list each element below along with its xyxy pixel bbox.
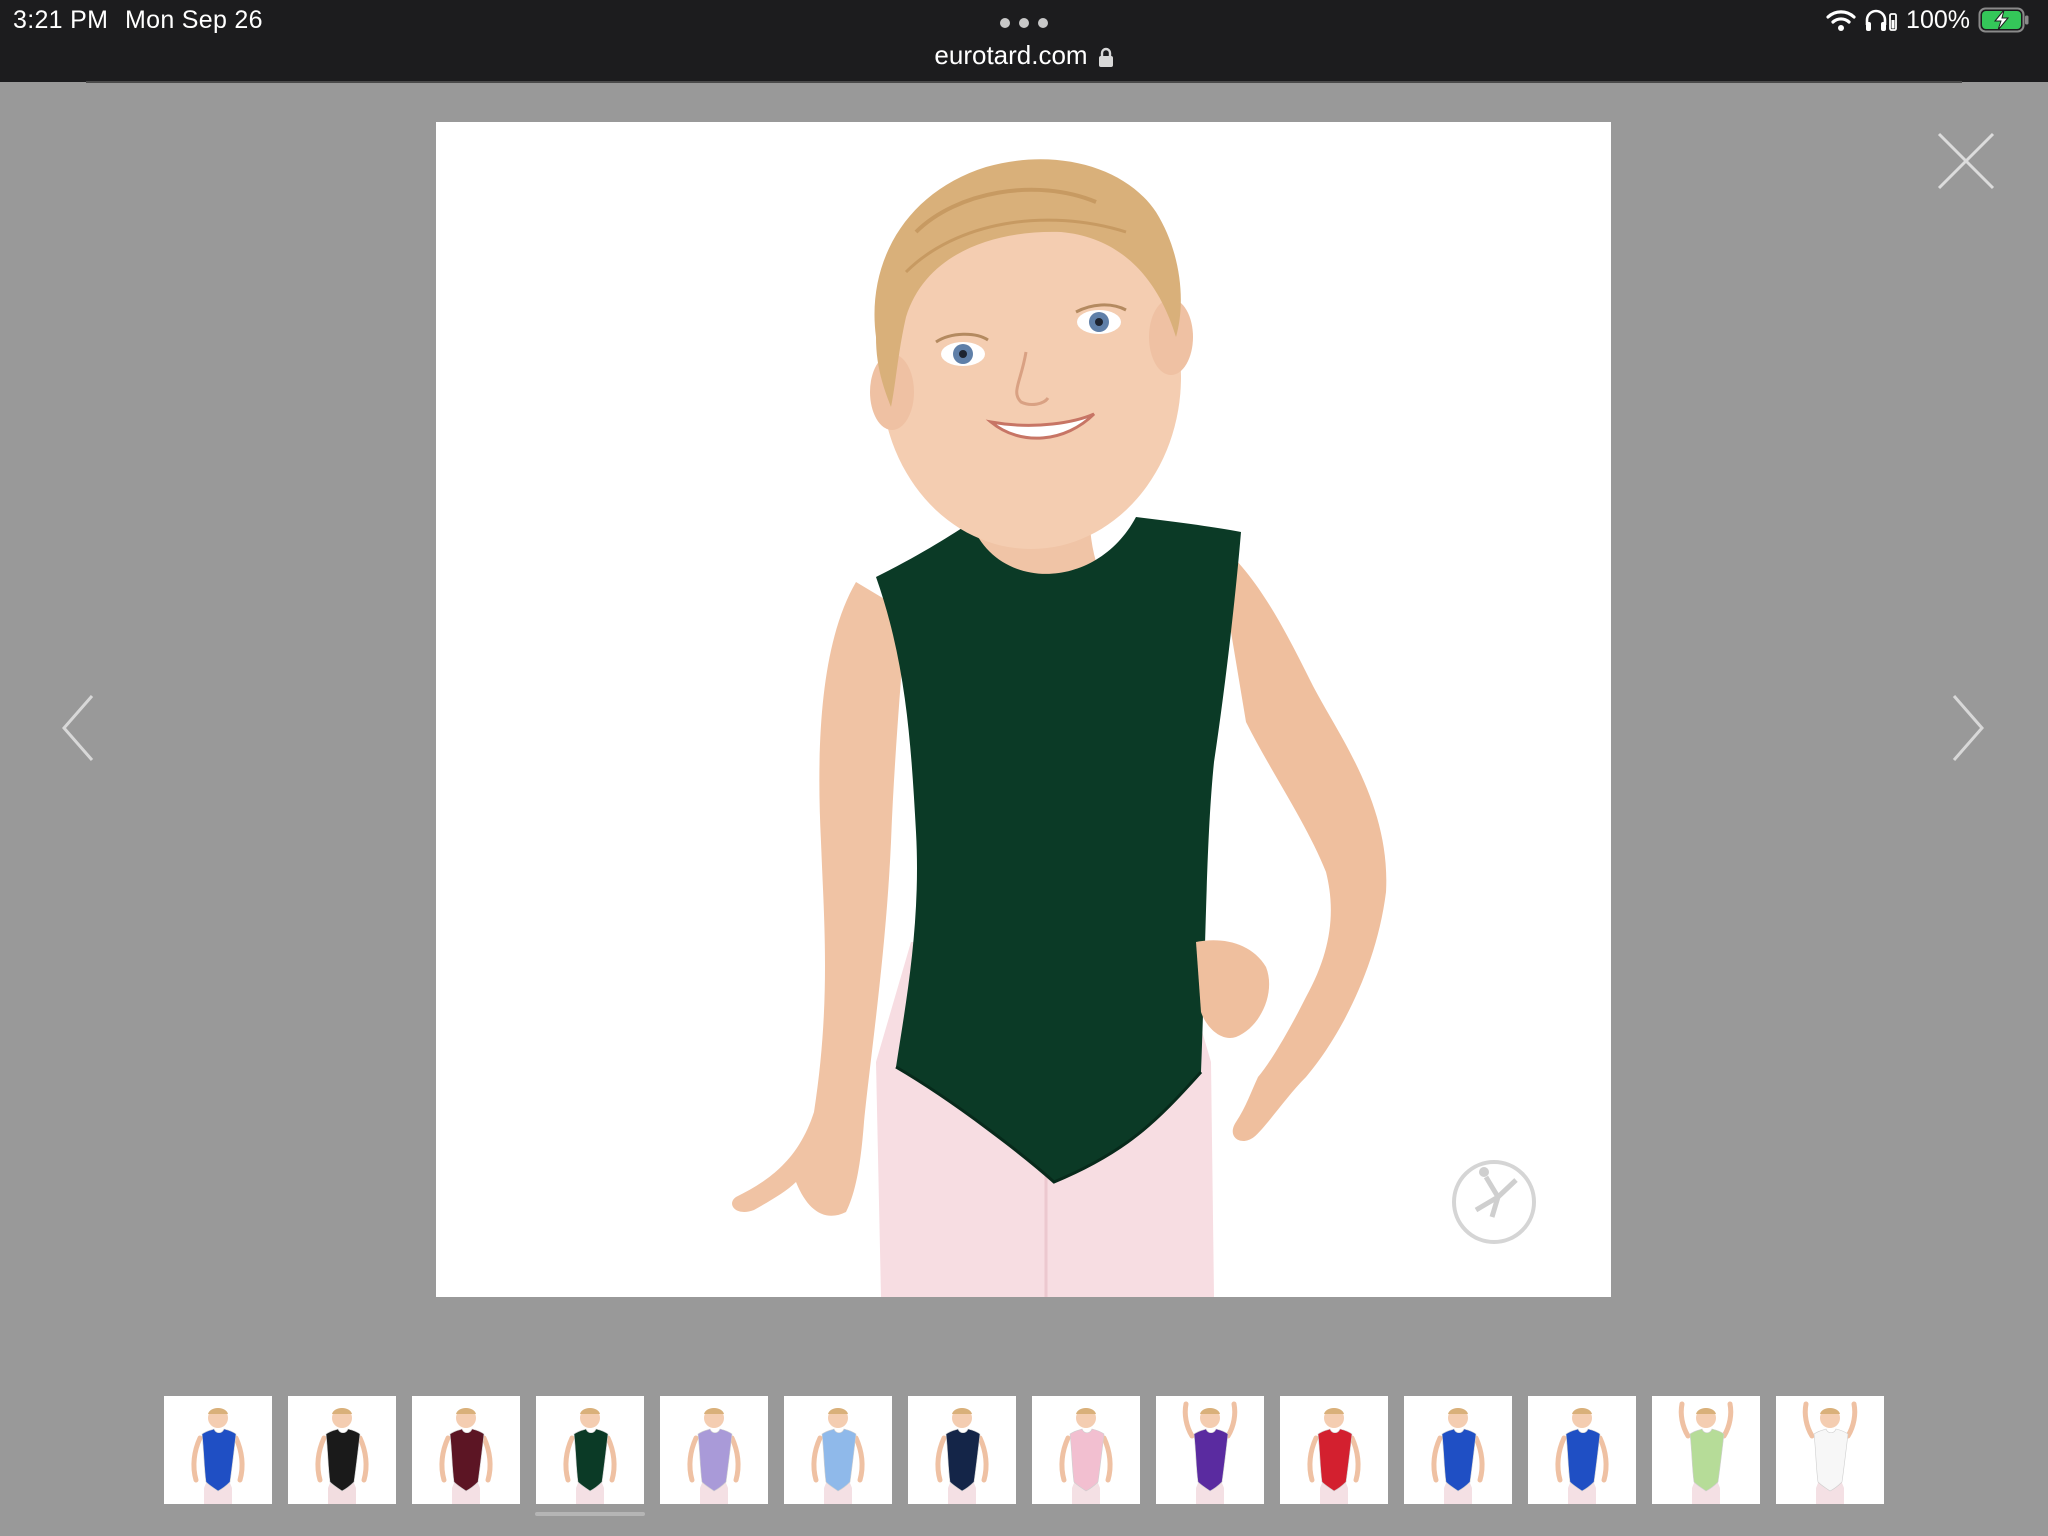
wifi-icon <box>1826 10 1856 31</box>
thumbnail-14[interactable] <box>1776 1396 1884 1504</box>
brand-dancer-logo-icon <box>1452 1160 1536 1244</box>
thumbnail-figure <box>1555 1408 1609 1504</box>
battery-charging-icon <box>1978 7 2029 33</box>
thumbnail-figure <box>1059 1408 1113 1504</box>
thumbnail-2[interactable] <box>288 1396 396 1504</box>
close-icon[interactable] <box>1935 130 1997 192</box>
thumbnail-figure <box>1182 1401 1238 1504</box>
thumbnail-6[interactable] <box>784 1396 892 1504</box>
thumbnail-figure <box>935 1408 989 1504</box>
headphones-icon <box>1865 9 1897 31</box>
thumbnail-12[interactable] <box>1528 1396 1636 1504</box>
selected-thumbnail-indicator <box>535 1512 645 1516</box>
thumbnail-strip <box>164 1396 1884 1504</box>
status-time: 3:21 PM <box>13 6 109 34</box>
thumbnail-figure <box>563 1408 617 1504</box>
thumbnail-5[interactable] <box>660 1396 768 1504</box>
chevron-right-icon[interactable] <box>1944 690 1988 766</box>
girl-in-green-leotard-illustration <box>732 159 1536 1297</box>
address-bar[interactable]: eurotard.com <box>0 40 2048 71</box>
thumbnail-1[interactable] <box>164 1396 272 1504</box>
status-date: Mon Sep 26 <box>125 6 263 34</box>
thumbnail-11[interactable] <box>1404 1396 1512 1504</box>
thumbnail-figure <box>687 1408 741 1504</box>
url-text[interactable]: eurotard.com <box>934 40 1087 70</box>
lock-icon <box>1098 47 1113 68</box>
thumbnail-3[interactable] <box>412 1396 520 1504</box>
chevron-left-icon[interactable] <box>58 690 102 766</box>
thumbnail-figure <box>1802 1401 1858 1504</box>
main-product-image <box>436 122 1611 1297</box>
thumbnail-figure <box>811 1408 865 1504</box>
thumbnail-figure <box>439 1408 493 1504</box>
toolbar-divider <box>86 81 1962 83</box>
thumbnail-7[interactable] <box>908 1396 1016 1504</box>
thumbnail-9[interactable] <box>1156 1396 1264 1504</box>
thumbnail-4[interactable] <box>536 1396 644 1504</box>
status-bar: 3:21 PM Mon Sep 26 eurotard.com 100% <box>0 0 2048 82</box>
thumbnail-8[interactable] <box>1032 1396 1140 1504</box>
thumbnail-figure <box>1431 1408 1485 1504</box>
thumbnail-13[interactable] <box>1652 1396 1760 1504</box>
thumbnail-figure <box>315 1408 369 1504</box>
battery-percentage: 100% <box>1906 5 1970 34</box>
thumbnail-figure <box>1678 1401 1734 1504</box>
thumbnail-figure <box>1307 1408 1361 1504</box>
thumbnail-figure <box>191 1408 245 1504</box>
more-dots-icon[interactable] <box>1000 16 1048 30</box>
status-indicators: 100% <box>1826 5 2030 35</box>
thumbnail-10[interactable] <box>1280 1396 1388 1504</box>
